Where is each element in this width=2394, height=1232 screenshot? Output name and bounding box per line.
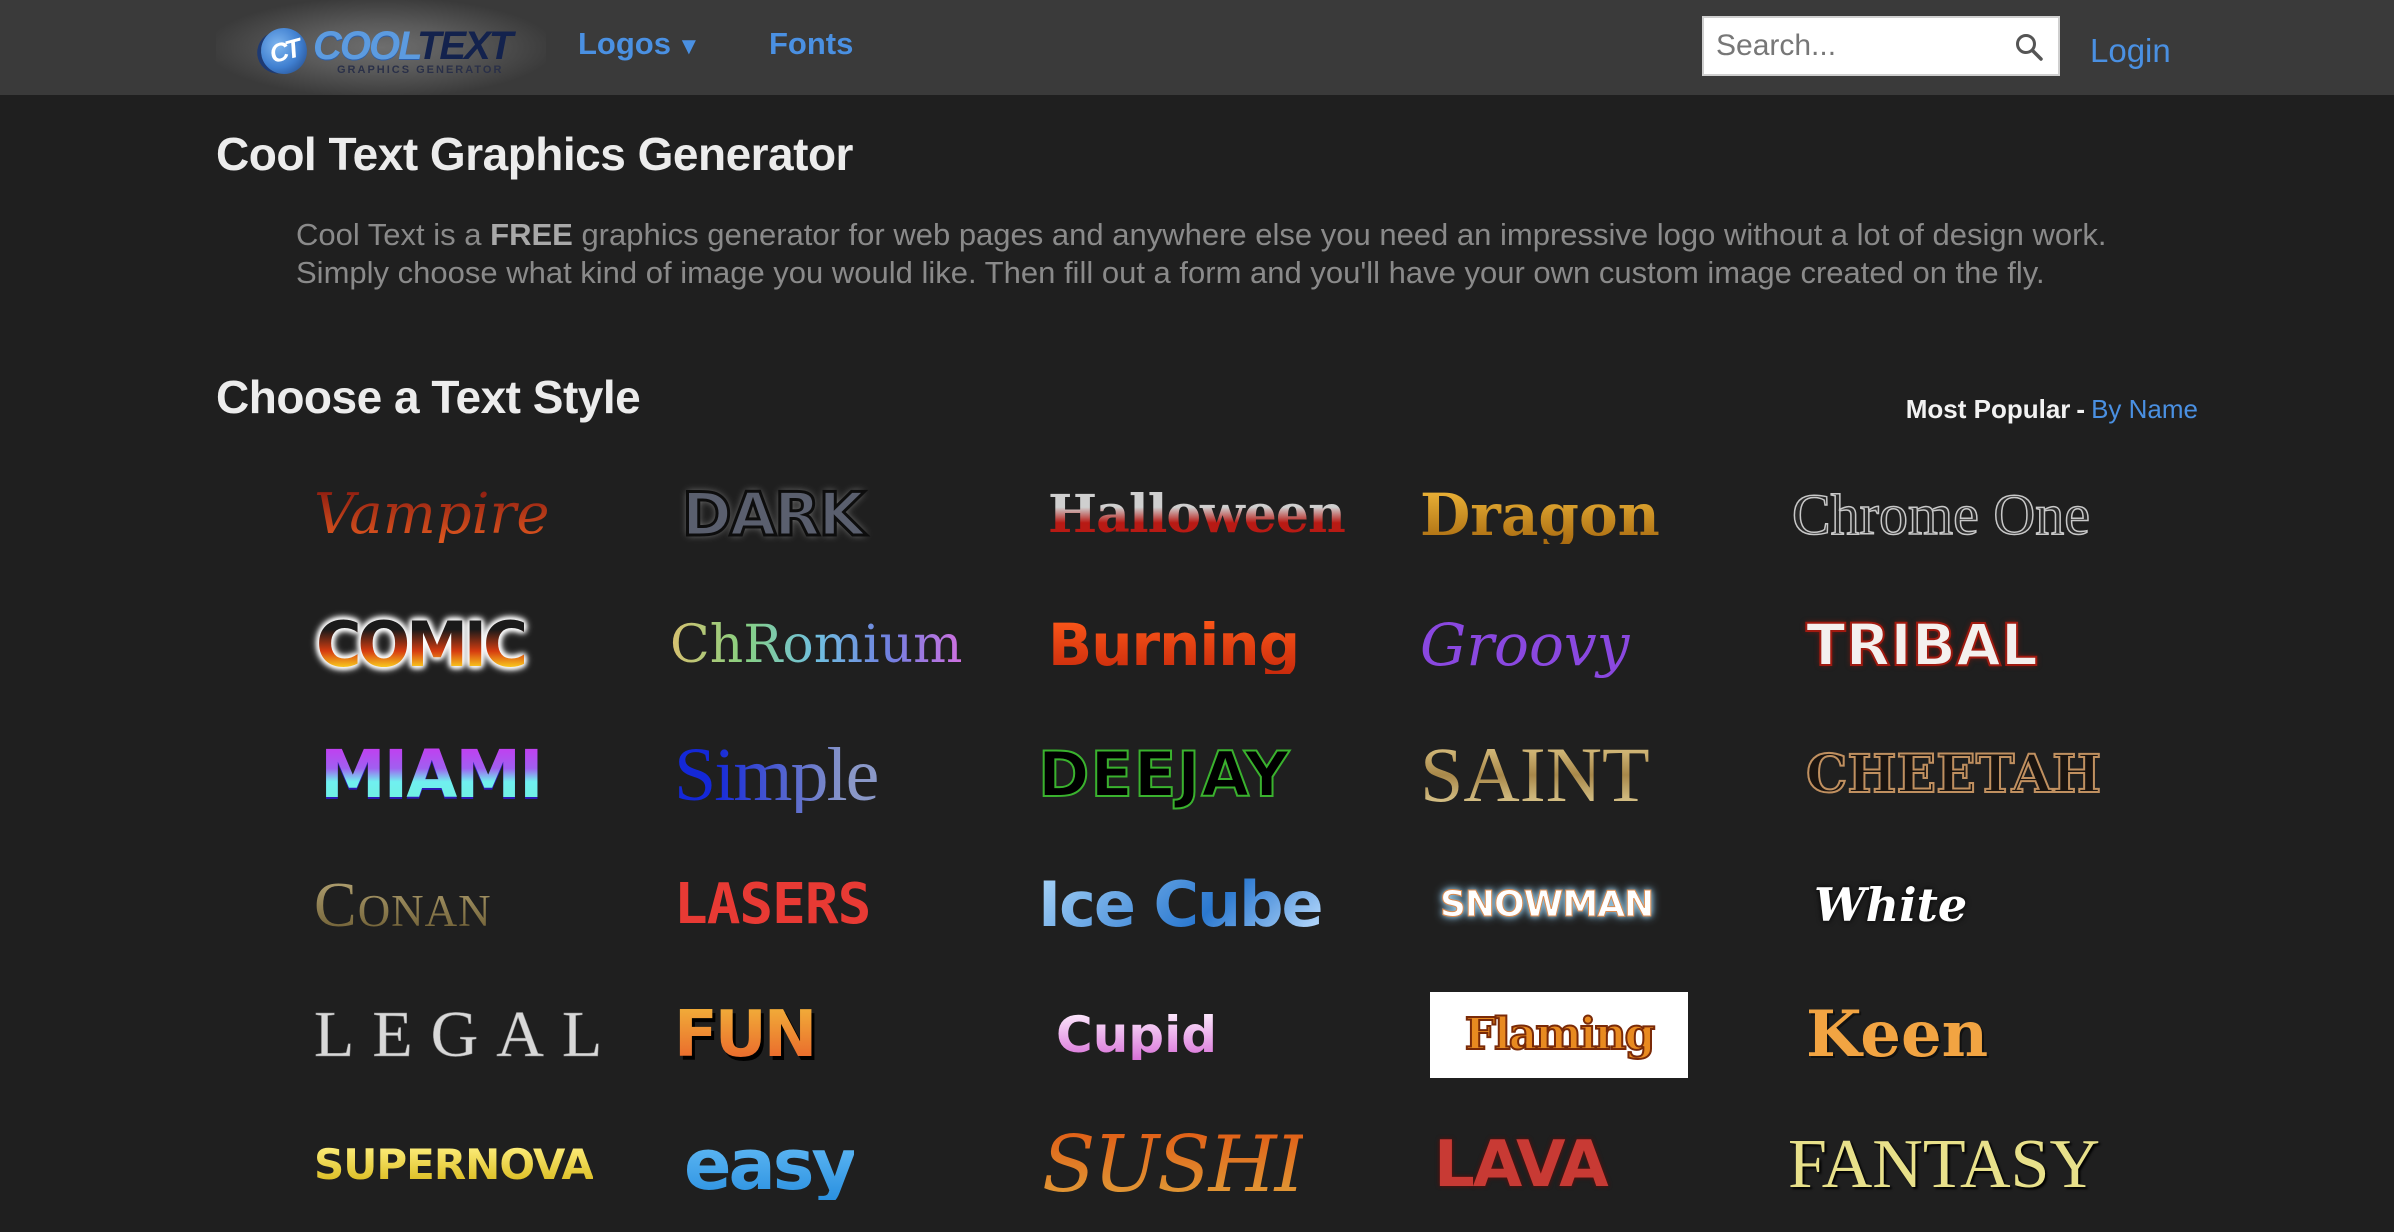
style-dark[interactable]: DARK (676, 450, 1048, 580)
style-easy[interactable]: easy (676, 1100, 1048, 1230)
style-dragon[interactable]: Dragon (1420, 450, 1792, 580)
style-sushi-preview: SUSHI (1042, 1120, 1305, 1210)
caret-down-icon: ▼ (677, 33, 701, 60)
text-style-grid: Vampire DARK Halloween Dragon Chrome One… (304, 450, 2174, 1230)
style-chromium[interactable]: ChRomium (670, 580, 1048, 710)
style-legal-preview: LEGAL (314, 998, 621, 1071)
style-halloween[interactable]: Halloween (1048, 450, 1420, 580)
style-miami[interactable]: MIAMI (304, 710, 676, 840)
login-link[interactable]: Login (2090, 32, 2171, 70)
page-title: Cool Text Graphics Generator (216, 128, 853, 180)
style-cheetah-preview: CHEETAH (1805, 744, 2102, 805)
nav-logos-label: Logos (578, 26, 671, 61)
style-white[interactable]: White (1792, 840, 2164, 970)
style-keen-preview: Keen (1806, 997, 1989, 1072)
style-groovy-preview: Groovy (1420, 611, 1630, 679)
style-snowman-preview: SNOWMAN (1439, 884, 1654, 925)
style-saint-preview: SAINT (1420, 731, 1650, 818)
style-burning-preview: Burning (1048, 611, 1300, 679)
style-fantasy-preview: FANTASY (1788, 1126, 2101, 1203)
style-saint[interactable]: SAINT (1420, 710, 1792, 840)
search-box (1702, 16, 2060, 76)
style-ice-cube[interactable]: Ice Cube (1038, 840, 1420, 970)
style-miami-preview: MIAMI (320, 736, 544, 813)
style-lava[interactable]: LAVA (1420, 1100, 1792, 1230)
style-flaming[interactable]: Flaming (1420, 970, 1792, 1100)
style-cupid-preview: Cupid (1056, 1006, 1218, 1064)
style-groovy[interactable]: Groovy (1420, 580, 1792, 710)
logo-word-cool: COOL (313, 23, 423, 68)
style-tribal-preview: TRIBAL (1805, 611, 2039, 679)
style-cheetah[interactable]: CHEETAH (1792, 710, 2164, 840)
style-vampire-preview: Vampire (314, 482, 550, 547)
style-sushi[interactable]: SUSHI (1042, 1100, 1420, 1230)
style-fun-preview: FUN (674, 998, 817, 1072)
intro-text-start: Cool Text is a (296, 217, 491, 252)
style-chrome-one-preview: Chrome One (1791, 482, 2091, 547)
style-supernova[interactable]: SUPERNOVA (304, 1100, 676, 1230)
style-simple-preview: Simple (674, 733, 879, 817)
style-conan-preview: Conan (314, 869, 492, 940)
style-flaming-preview: Flaming (1464, 1009, 1656, 1060)
style-comic[interactable]: COMIC (304, 580, 676, 710)
style-halloween-preview: Halloween (1048, 484, 1346, 545)
style-ice-cube-preview: Ice Cube (1038, 868, 1324, 941)
style-deejay[interactable]: DEEJAY (1037, 710, 1420, 840)
style-chromium-preview: ChRomium (670, 615, 963, 675)
search-input[interactable] (1704, 18, 2004, 74)
logo-badge-icon: CT (255, 22, 313, 79)
style-white-preview: White (1814, 878, 1968, 932)
logo-subtitle: GRAPHICS GENERATOR (337, 63, 504, 76)
style-dragon-preview: Dragon (1420, 481, 1660, 549)
sort-options: Most Popular - By Name (1906, 394, 2198, 425)
style-simple[interactable]: Simple (674, 710, 1048, 840)
style-easy-preview: easy (684, 1124, 857, 1206)
style-deejay-preview: DEEJAY (1037, 738, 1291, 811)
sort-by-name-link[interactable]: By Name (2091, 394, 2198, 424)
style-lasers[interactable]: LASERS (674, 840, 1048, 970)
style-dark-preview: DARK (681, 480, 867, 550)
nav-logos-dropdown[interactable]: Logos ▼ (578, 26, 701, 62)
logo-word-text: TEXT (417, 23, 513, 68)
style-supernova-preview: SUPERNOVA (314, 1140, 594, 1189)
style-lasers-preview: LASERS (674, 872, 871, 937)
style-fun[interactable]: FUN (674, 970, 1048, 1100)
style-conan[interactable]: Conan (304, 840, 676, 970)
style-tribal[interactable]: TRIBAL (1792, 580, 2164, 710)
intro-paragraph: Cool Text is a FREE graphics generator f… (296, 216, 2136, 292)
style-legal[interactable]: LEGAL (304, 970, 676, 1100)
style-keen[interactable]: Keen (1792, 970, 2164, 1100)
top-navigation-bar: CT COOL TEXT GRAPHICS GENERATOR Logos ▼ F… (0, 0, 2394, 95)
search-icon[interactable] (2014, 32, 2044, 62)
style-lava-preview: LAVA (1434, 1128, 1609, 1202)
logo-graphic: CT COOL TEXT GRAPHICS GENERATOR (241, 16, 521, 80)
style-comic-preview: COMIC (316, 608, 528, 681)
sort-separator: - (2076, 394, 2086, 424)
intro-free-emphasis: FREE (490, 217, 573, 252)
nav-fonts-link[interactable]: Fonts (769, 26, 853, 62)
style-snowman[interactable]: SNOWMAN (1420, 840, 1792, 970)
style-fantasy[interactable]: FANTASY (1788, 1100, 2164, 1230)
style-flaming-frame: Flaming (1430, 992, 1688, 1078)
style-cupid[interactable]: Cupid (1048, 970, 1420, 1100)
cooltext-logo[interactable]: CT COOL TEXT GRAPHICS GENERATOR (216, 0, 546, 95)
sort-most-popular: Most Popular (1905, 394, 2071, 424)
style-burning[interactable]: Burning (1048, 580, 1420, 710)
section-title: Choose a Text Style (216, 371, 641, 423)
style-chrome-one[interactable]: Chrome One (1791, 450, 2164, 580)
style-vampire[interactable]: Vampire (304, 450, 676, 580)
